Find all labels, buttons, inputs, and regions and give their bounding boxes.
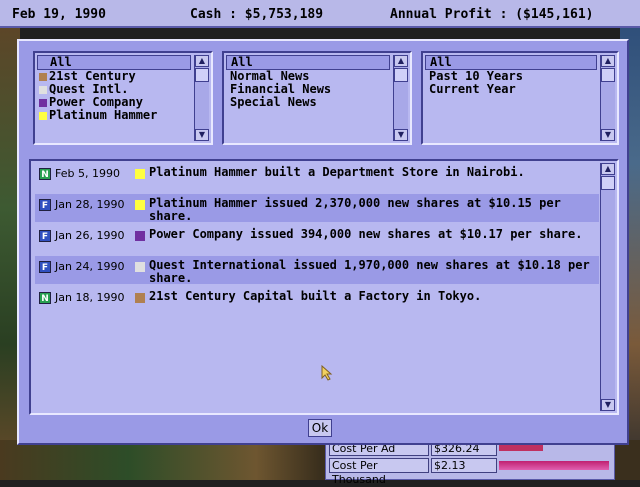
news-type-filter-label: Special News: [230, 95, 317, 109]
period-filter-label: Past 10 Years: [429, 69, 523, 83]
period-filter-item-all[interactable]: All: [425, 55, 597, 70]
cost-per-thousand-label: Cost Per Thousand: [329, 458, 429, 486]
company-color-swatch: [39, 73, 47, 81]
scroll-up-arrow-icon[interactable]: ▲: [394, 55, 408, 67]
normal-news-badge-icon: N: [39, 168, 51, 180]
news-type-filter-scrollbar[interactable]: ▲ ▼: [393, 55, 408, 141]
scroll-up-arrow-icon[interactable]: ▲: [195, 55, 209, 67]
news-item[interactable]: N Jan 18, 1990 21st Century Capital buil…: [35, 287, 599, 315]
news-date: Jan 26, 1990: [55, 229, 125, 242]
news-dialog: All 21st Century Quest Intl. Power Compa…: [17, 39, 629, 445]
scroll-up-arrow-icon[interactable]: ▲: [601, 163, 615, 175]
scroll-down-arrow-icon[interactable]: ▼: [394, 129, 408, 141]
company-filter-label: All: [50, 55, 72, 69]
company-filter-label: Quest Intl.: [49, 82, 129, 96]
financial-news-badge-icon: F: [39, 199, 51, 211]
news-list-scrollbar[interactable]: ▲ ▼: [600, 163, 615, 411]
period-filter-items: All Past 10 Years Current Year: [425, 55, 597, 141]
company-color-swatch: [135, 293, 145, 303]
scroll-down-arrow-icon[interactable]: ▼: [601, 129, 615, 141]
mouse-cursor-icon: [321, 365, 333, 381]
company-filter-items: All 21st Century Quest Intl. Power Compa…: [37, 55, 191, 141]
news-type-filter-label: Financial News: [230, 82, 332, 96]
status-bar: Feb 19, 1990 Cash : $5,753,189 Annual Pr…: [0, 0, 640, 28]
annual-profit-display: Annual Profit : ($145,161): [390, 7, 594, 22]
company-filter-list[interactable]: All 21st Century Quest Intl. Power Compa…: [33, 51, 213, 145]
news-type-filter-label: All: [231, 55, 253, 69]
period-filter-label: Current Year: [429, 82, 516, 96]
period-filter-item-current-year[interactable]: Current Year: [425, 83, 597, 96]
scroll-up-arrow-icon[interactable]: ▲: [601, 55, 615, 67]
news-type-filter-label: Normal News: [230, 69, 310, 83]
news-item[interactable]: N Feb 5, 1990 Platinum Hammer built a De…: [35, 163, 599, 191]
company-color-swatch: [135, 262, 145, 272]
company-color-swatch: [135, 200, 145, 210]
company-color-swatch: [39, 99, 47, 107]
cost-per-thousand-bar: [499, 461, 609, 470]
cost-per-thousand-value: $2.13: [431, 458, 497, 473]
company-color-swatch: [39, 86, 47, 94]
scroll-thumb[interactable]: [601, 176, 615, 190]
company-filter-label: Platinum Hammer: [49, 108, 158, 122]
normal-news-badge-icon: N: [39, 292, 51, 304]
scroll-thumb[interactable]: [195, 68, 209, 82]
period-filter-list[interactable]: All Past 10 Years Current Year ▲ ▼: [421, 51, 619, 145]
company-filter-label: 21st Century: [49, 69, 136, 83]
company-filter-item-platinum-hammer[interactable]: Platinum Hammer: [37, 109, 191, 122]
news-text: Quest International issued 1,970,000 new…: [149, 258, 590, 285]
company-filter-scrollbar[interactable]: ▲ ▼: [194, 55, 209, 141]
news-item[interactable]: F Jan 24, 1990 Quest International issue…: [35, 256, 599, 285]
news-date: Jan 24, 1990: [55, 260, 125, 273]
news-item[interactable]: F Jan 28, 1990 Platinum Hammer issued 2,…: [35, 194, 599, 223]
news-type-filter-item-all[interactable]: All: [226, 55, 390, 70]
scroll-down-arrow-icon[interactable]: ▼: [601, 399, 615, 411]
company-color-swatch: [135, 169, 145, 179]
scroll-thumb[interactable]: [394, 68, 408, 82]
scroll-down-arrow-icon[interactable]: ▼: [195, 129, 209, 141]
scroll-thumb[interactable]: [601, 68, 615, 82]
game-date: Feb 19, 1990: [12, 7, 106, 22]
ok-button[interactable]: Ok: [308, 419, 332, 437]
company-filter-item-all[interactable]: All: [37, 55, 191, 70]
news-date: Feb 5, 1990: [55, 167, 120, 180]
news-type-filter-items: All Normal News Financial News Special N…: [226, 55, 390, 141]
company-color-swatch: [39, 112, 47, 120]
cash-display: Cash : $5,753,189: [190, 7, 324, 22]
cost-per-thousand-row: Cost Per Thousand $2.13: [329, 458, 611, 486]
company-filter-label: Power Company: [49, 95, 143, 109]
news-date: Jan 18, 1990: [55, 291, 125, 304]
news-type-filter-list[interactable]: All Normal News Financial News Special N…: [222, 51, 412, 145]
news-text: Platinum Hammer issued 2,370,000 new sha…: [149, 196, 561, 223]
news-item[interactable]: F Jan 26, 1990 Power Company issued 394,…: [35, 225, 599, 253]
period-filter-scrollbar[interactable]: ▲ ▼: [600, 55, 615, 141]
financial-news-badge-icon: F: [39, 261, 51, 273]
news-date: Jan 28, 1990: [55, 198, 125, 211]
news-type-filter-item-special[interactable]: Special News: [226, 96, 390, 109]
company-color-swatch: [135, 231, 145, 241]
ad-cost-bar: [499, 445, 543, 451]
financial-news-badge-icon: F: [39, 230, 51, 242]
period-filter-label: All: [430, 55, 452, 69]
news-text: Power Company issued 394,000 new shares …: [149, 227, 583, 241]
news-text: Platinum Hammer built a Department Store…: [149, 165, 525, 179]
news-text: 21st Century Capital built a Factory in …: [149, 289, 482, 303]
